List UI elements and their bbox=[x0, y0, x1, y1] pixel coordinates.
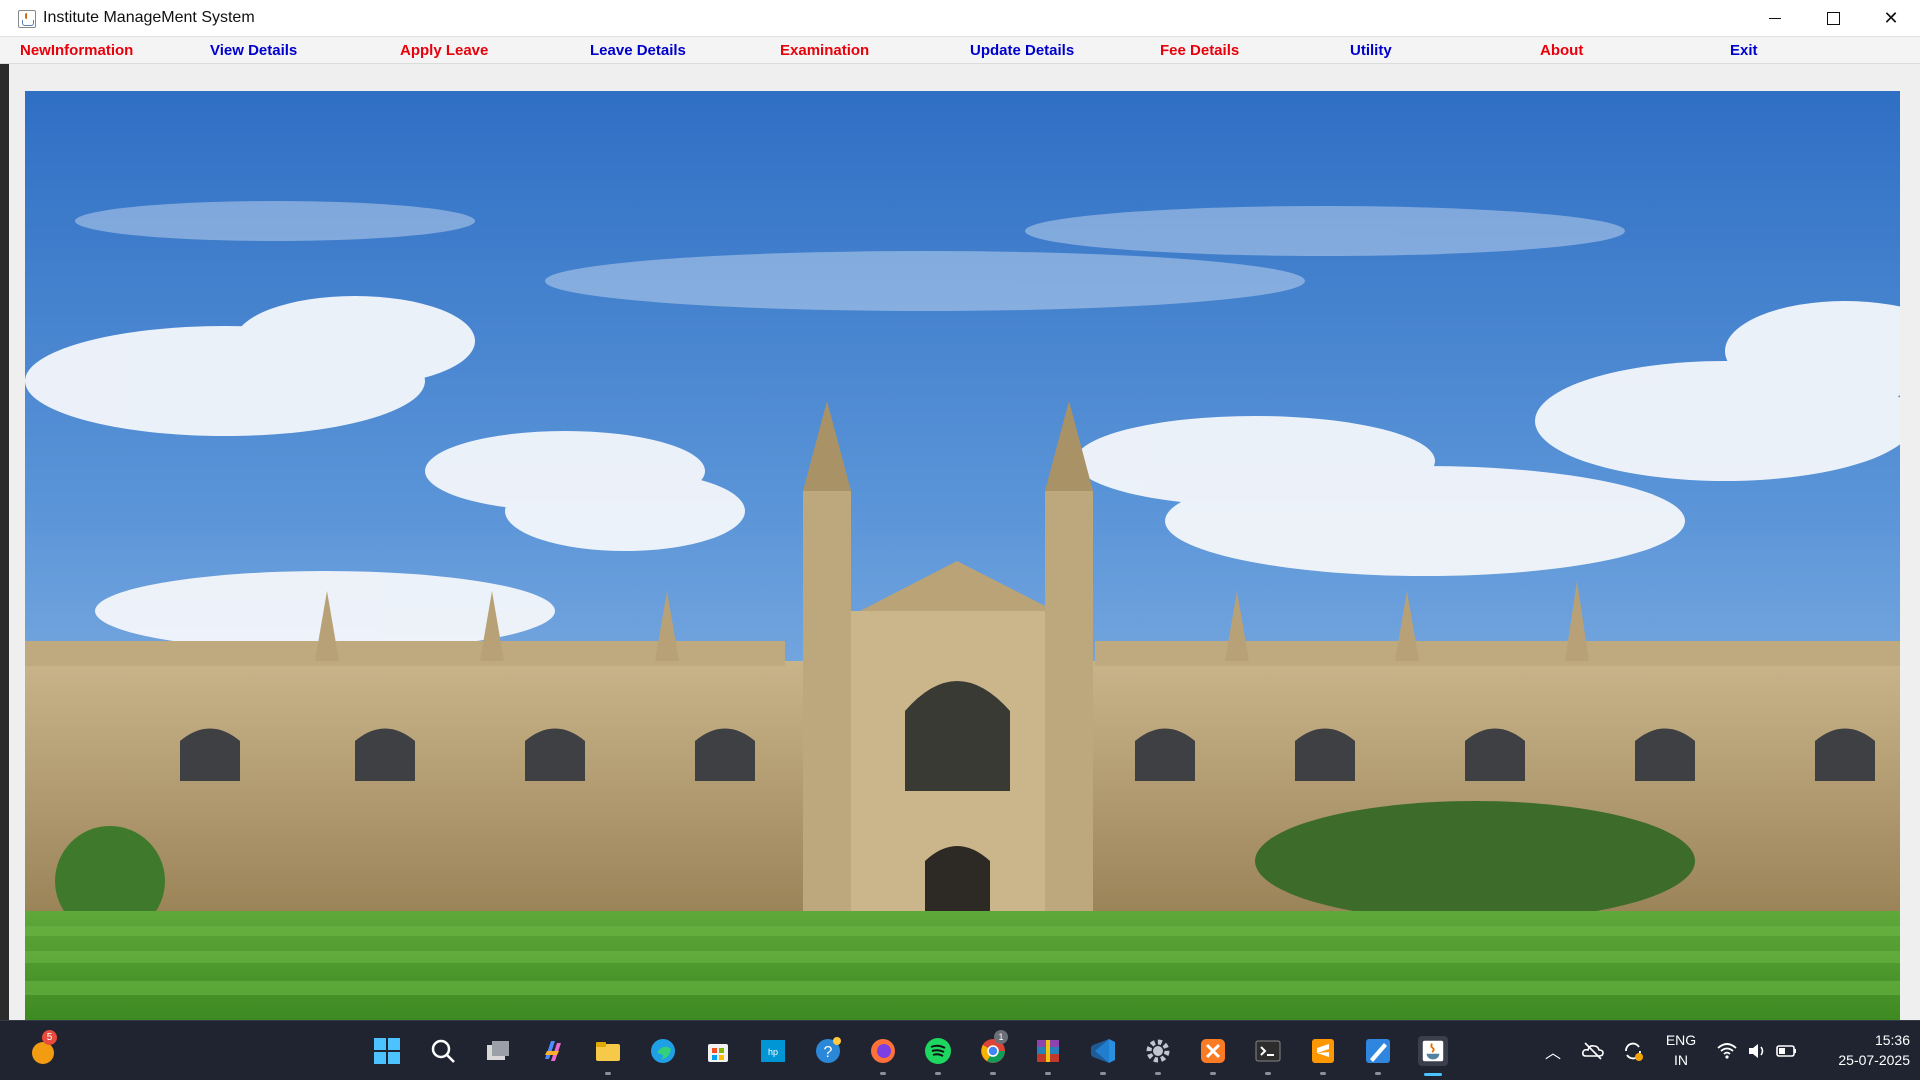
language-indicator[interactable]: ENG bbox=[1662, 1032, 1700, 1048]
running-indicator bbox=[1375, 1072, 1381, 1075]
java-cup-icon[interactable] bbox=[18, 10, 36, 28]
menu-fee-details[interactable]: Fee Details bbox=[1160, 42, 1239, 59]
menu-apply-leave[interactable]: Apply Leave bbox=[400, 42, 488, 59]
close-icon: ✕ bbox=[1883, 8, 1899, 28]
battery-icon[interactable] bbox=[1772, 1036, 1802, 1066]
terminal-icon[interactable] bbox=[1253, 1036, 1283, 1075]
svg-text:hp: hp bbox=[768, 1047, 778, 1057]
file-explorer-icon[interactable] bbox=[593, 1036, 623, 1075]
menu-exit[interactable]: Exit bbox=[1730, 42, 1758, 59]
volume-icon[interactable] bbox=[1742, 1036, 1772, 1066]
chevron-up-icon[interactable]: ︿ bbox=[1538, 1036, 1568, 1066]
clock-date[interactable]: 25-07-2025 bbox=[1810, 1052, 1910, 1068]
weather-icon[interactable]: 5 bbox=[28, 1030, 58, 1066]
minimize-icon bbox=[1769, 18, 1781, 19]
menu-new-information[interactable]: NewInformation bbox=[20, 42, 133, 59]
running-indicator bbox=[605, 1072, 611, 1075]
xampp-icon[interactable] bbox=[1198, 1036, 1228, 1075]
settings-icon[interactable] bbox=[1143, 1036, 1173, 1075]
chrome-icon[interactable]: 1 bbox=[978, 1030, 1008, 1075]
menu-about[interactable]: About bbox=[1540, 42, 1583, 59]
running-indicator bbox=[1100, 1072, 1106, 1075]
menu-view-details[interactable]: View Details bbox=[210, 42, 297, 59]
spotify-icon[interactable] bbox=[923, 1036, 953, 1075]
window-edge bbox=[0, 64, 9, 1020]
winrar-icon[interactable] bbox=[1033, 1036, 1063, 1075]
svg-text:?: ? bbox=[824, 1044, 833, 1061]
sync-icon[interactable] bbox=[1618, 1036, 1648, 1066]
college-building-photo bbox=[25, 91, 1900, 1020]
search-icon[interactable] bbox=[428, 1036, 458, 1066]
minimize-button[interactable] bbox=[1746, 0, 1804, 37]
window-title: Institute ManageMent System bbox=[43, 9, 255, 26]
copilot-icon[interactable] bbox=[538, 1036, 568, 1066]
college-building-illustration bbox=[25, 91, 1900, 1020]
onedrive-offline-icon[interactable] bbox=[1578, 1036, 1608, 1066]
menu-utility[interactable]: Utility bbox=[1350, 42, 1392, 59]
running-indicator bbox=[1045, 1072, 1051, 1075]
help-icon[interactable]: ? bbox=[813, 1036, 843, 1066]
close-button[interactable]: ✕ bbox=[1862, 0, 1920, 37]
clock-time[interactable]: 15:36 bbox=[1810, 1032, 1910, 1048]
vscode-icon[interactable] bbox=[1088, 1036, 1118, 1075]
sublime-icon[interactable] bbox=[1308, 1036, 1338, 1075]
running-indicator bbox=[1265, 1072, 1271, 1075]
running-indicator bbox=[1320, 1072, 1326, 1075]
running-indicator bbox=[935, 1072, 941, 1075]
menu-examination[interactable]: Examination bbox=[780, 42, 869, 59]
chrome-badge: 1 bbox=[994, 1030, 1008, 1044]
paint-icon[interactable] bbox=[1363, 1036, 1393, 1075]
menu-bar: NewInformation View Details Apply Leave … bbox=[0, 37, 1920, 64]
wifi-icon[interactable] bbox=[1712, 1036, 1742, 1066]
running-indicator bbox=[880, 1072, 886, 1075]
java-icon[interactable] bbox=[1418, 1036, 1448, 1076]
task-view-icon[interactable] bbox=[483, 1036, 513, 1066]
menu-update-details[interactable]: Update Details bbox=[970, 42, 1074, 59]
firefox-icon[interactable] bbox=[868, 1036, 898, 1075]
menu-leave-details[interactable]: Leave Details bbox=[590, 42, 686, 59]
start-icon[interactable] bbox=[372, 1036, 402, 1066]
myhp-icon[interactable]: hp bbox=[758, 1036, 788, 1066]
running-indicator bbox=[990, 1072, 996, 1075]
store-icon[interactable] bbox=[703, 1036, 733, 1066]
maximize-button[interactable] bbox=[1804, 0, 1862, 37]
input-region[interactable]: IN bbox=[1662, 1052, 1700, 1068]
taskbar: 5 hp ? 1 ︿ ENG IN 15:36 25-07-2025 bbox=[0, 1020, 1920, 1080]
running-indicator bbox=[1155, 1072, 1161, 1075]
title-bar: Institute ManageMent System ✕ bbox=[0, 0, 1920, 37]
running-indicator bbox=[1210, 1072, 1216, 1075]
edge-icon[interactable] bbox=[648, 1036, 678, 1066]
active-indicator bbox=[1424, 1073, 1442, 1076]
maximize-icon bbox=[1826, 12, 1840, 25]
notification-badge: 5 bbox=[42, 1030, 57, 1045]
